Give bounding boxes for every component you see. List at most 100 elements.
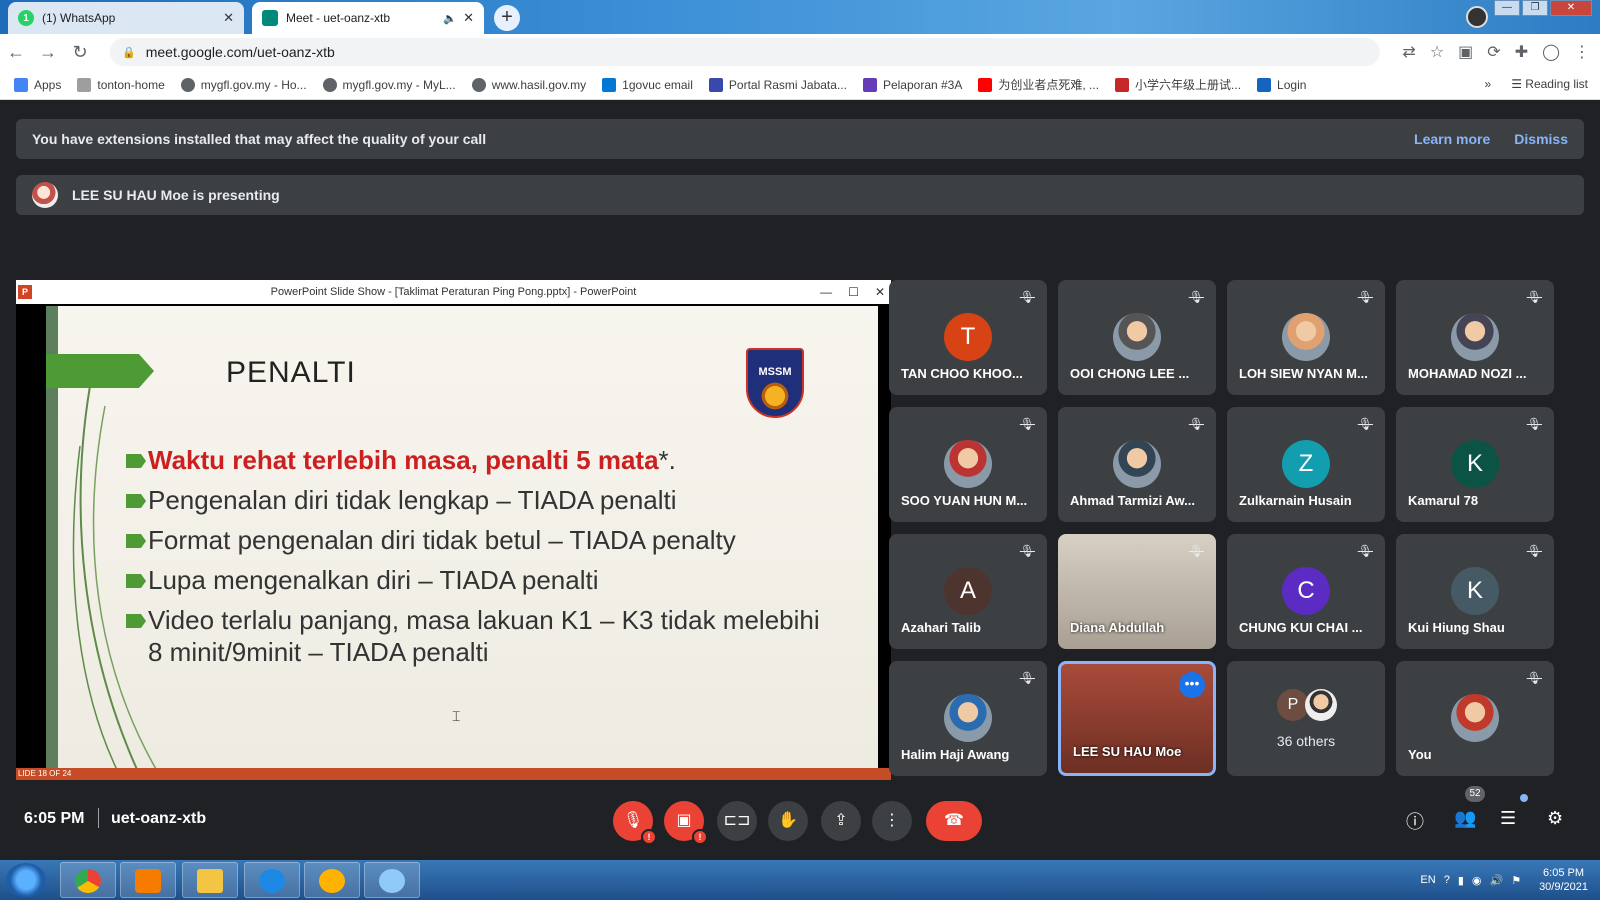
- taskbar-ie[interactable]: [244, 862, 300, 898]
- presenting-banner: LEE SU HAU Moe is presenting: [16, 175, 1584, 215]
- present-screen-icon: ⇪: [834, 812, 848, 829]
- participant-tile[interactable]: C 🎙 CHUNG KUI CHAI ...: [1227, 534, 1385, 649]
- participant-name: Azahari Talib: [901, 620, 981, 635]
- volume-icon[interactable]: 🔊: [1489, 874, 1503, 887]
- help-icon[interactable]: ?: [1444, 874, 1450, 886]
- raise-hand-button[interactable]: ✋: [768, 801, 808, 841]
- participant-tile[interactable]: ••• LEE SU HAU Moe: [1058, 661, 1216, 776]
- translate-icon[interactable]: ⇄: [1402, 42, 1415, 62]
- tab-title: Meet - uet-oanz-xtb: [286, 11, 391, 25]
- restore-button[interactable]: ❐: [1522, 0, 1548, 16]
- chat-icon[interactable]: ☰: [1500, 808, 1516, 829]
- taskbar-explorer[interactable]: [182, 862, 238, 898]
- participant-tile[interactable]: 🎙 SOO YUAN HUN M...: [889, 407, 1047, 522]
- people-count-badge: 52: [1465, 786, 1485, 802]
- reload-icon[interactable]: ↻: [64, 42, 96, 63]
- bookmark-item[interactable]: Login: [1257, 77, 1306, 92]
- bookmark-star-icon[interactable]: ☆: [1430, 42, 1444, 62]
- activities-icon[interactable]: ⚙: [1547, 808, 1563, 829]
- bookmark-apps[interactable]: Apps: [14, 77, 61, 92]
- menu-icon[interactable]: ⋮: [1574, 42, 1590, 62]
- bookmark-item[interactable]: 为创业者点死难, ...: [978, 76, 1099, 93]
- people-icon[interactable]: 👥: [1454, 808, 1476, 829]
- more-options-icon[interactable]: •••: [1179, 672, 1205, 698]
- reading-list[interactable]: ☰ Reading list: [1511, 77, 1588, 91]
- bookmark-item[interactable]: www.hasil.gov.my: [471, 77, 586, 92]
- back-icon[interactable]: ←: [0, 42, 32, 63]
- avatar: [1451, 313, 1499, 361]
- extension-icon[interactable]: ⟳: [1487, 42, 1500, 62]
- puzzle-icon[interactable]: ✚: [1515, 42, 1528, 62]
- bookmark-item[interactable]: 小学六年级上册试...: [1115, 76, 1241, 93]
- new-tab-button[interactable]: +: [494, 5, 520, 31]
- lock-icon[interactable]: 🔒: [122, 46, 136, 59]
- bookmarks-overflow[interactable]: »: [1485, 77, 1492, 91]
- avatar: [1113, 440, 1161, 488]
- powerpoint-titlebar: P PowerPoint Slide Show - [Taklimat Pera…: [16, 280, 891, 304]
- mic-off-icon: 🎙: [1019, 417, 1035, 431]
- taskbar-app[interactable]: [304, 862, 360, 898]
- start-button[interactable]: [6, 863, 46, 897]
- network-icon[interactable]: ▮: [1458, 874, 1464, 887]
- participant-tile[interactable]: P 36 others: [1227, 661, 1385, 776]
- audio-playing-icon[interactable]: 🔈: [443, 12, 457, 25]
- language-indicator[interactable]: EN: [1420, 874, 1435, 886]
- close-tab-icon[interactable]: ✕: [463, 10, 474, 26]
- participant-tile[interactable]: T 🎙 TAN CHOO KHOO...: [889, 280, 1047, 395]
- tab-search-icon[interactable]: [1466, 6, 1488, 28]
- presenting-text: LEE SU HAU Moe is presenting: [72, 187, 280, 203]
- chrome-tray-icon[interactable]: ◉: [1472, 874, 1482, 887]
- tab-meet[interactable]: Meet - uet-oanz-xtb 🔈 ✕: [252, 2, 484, 34]
- tab-whatsapp[interactable]: 1 (1) WhatsApp ✕: [8, 2, 244, 34]
- internet-explorer-icon: [259, 869, 285, 893]
- present-button[interactable]: ⇪: [821, 801, 861, 841]
- mic-off-icon: 🎙: [1188, 544, 1204, 558]
- leave-call-button[interactable]: ☎: [926, 801, 982, 841]
- participant-tile[interactable]: 🎙 MOHAMAD NOZI ...: [1396, 280, 1554, 395]
- bookmark-item[interactable]: 1govuc email: [602, 77, 693, 92]
- bookmark-item[interactable]: Portal Rasmi Jabata...: [708, 77, 847, 92]
- participant-tile[interactable]: Z 🎙 Zulkarnain Husain: [1227, 407, 1385, 522]
- participant-tile[interactable]: K 🎙 Kui Hiung Shau: [1396, 534, 1554, 649]
- captions-button[interactable]: ⊏⊐: [717, 801, 757, 841]
- bookmark-item[interactable]: tonton-home: [77, 77, 165, 92]
- taskbar-media-player[interactable]: [120, 862, 176, 898]
- participant-tile[interactable]: 🎙 OOI CHONG LEE ...: [1058, 280, 1216, 395]
- participant-name: SOO YUAN HUN M...: [901, 493, 1028, 508]
- learn-more-link[interactable]: Learn more: [1414, 131, 1490, 147]
- participant-tile[interactable]: 🎙 Diana Abdullah: [1058, 534, 1216, 649]
- close-tab-icon[interactable]: ✕: [223, 10, 234, 26]
- participant-tile[interactable]: 🎙 Halim Haji Awang: [889, 661, 1047, 776]
- presentation-screen[interactable]: P PowerPoint Slide Show - [Taklimat Pera…: [16, 280, 891, 780]
- clock[interactable]: 6:05 PM 30/9/2021: [1539, 866, 1588, 894]
- dismiss-button[interactable]: Dismiss: [1514, 131, 1568, 147]
- participant-name: Zulkarnain Husain: [1239, 493, 1352, 508]
- taskbar-chrome[interactable]: [60, 862, 116, 898]
- address-bar[interactable]: 🔒 meet.google.com/uet-oanz-xtb: [110, 38, 1380, 66]
- meeting-details-icon[interactable]: ⓘ: [1406, 808, 1424, 834]
- bullet-list: Waktu rehat terlebih masa, penalti 5 mat…: [126, 444, 826, 676]
- bookmark-icon: [77, 77, 92, 92]
- cast-icon[interactable]: ▣: [1458, 42, 1473, 62]
- participant-tile[interactable]: 🎙 Ahmad Tarmizi Aw...: [1058, 407, 1216, 522]
- participant-tile[interactable]: 🎙 LOH SIEW NYAN M...: [1227, 280, 1385, 395]
- forward-icon[interactable]: →: [32, 42, 64, 63]
- more-vert-icon: ⋮: [884, 812, 900, 829]
- participant-tile[interactable]: A 🎙 Azahari Talib: [889, 534, 1047, 649]
- profile-icon[interactable]: ◯: [1542, 42, 1560, 62]
- participant-tile[interactable]: K 🎙 Kamarul 78: [1396, 407, 1554, 522]
- minimize-button[interactable]: —: [1494, 0, 1520, 16]
- participant-tile[interactable]: 🎙 You: [1396, 661, 1554, 776]
- avatar: C: [1282, 567, 1330, 615]
- taskbar-paint[interactable]: [364, 862, 420, 898]
- more-options-button[interactable]: ⋮: [872, 801, 912, 841]
- microphone-button[interactable]: 🎙 !: [613, 801, 657, 845]
- bookmark-item[interactable]: mygfl.gov.my - MyL...: [322, 77, 456, 92]
- chat-notification-dot: [1520, 794, 1528, 802]
- camera-button[interactable]: ▣ !: [664, 801, 708, 845]
- flag-icon[interactable]: ⚑: [1511, 874, 1521, 887]
- bookmark-item[interactable]: Pelaporan #3A: [862, 77, 962, 92]
- close-window-button[interactable]: ✕: [1550, 0, 1592, 16]
- globe-icon: [180, 77, 195, 92]
- bookmark-item[interactable]: mygfl.gov.my - Ho...: [180, 77, 307, 92]
